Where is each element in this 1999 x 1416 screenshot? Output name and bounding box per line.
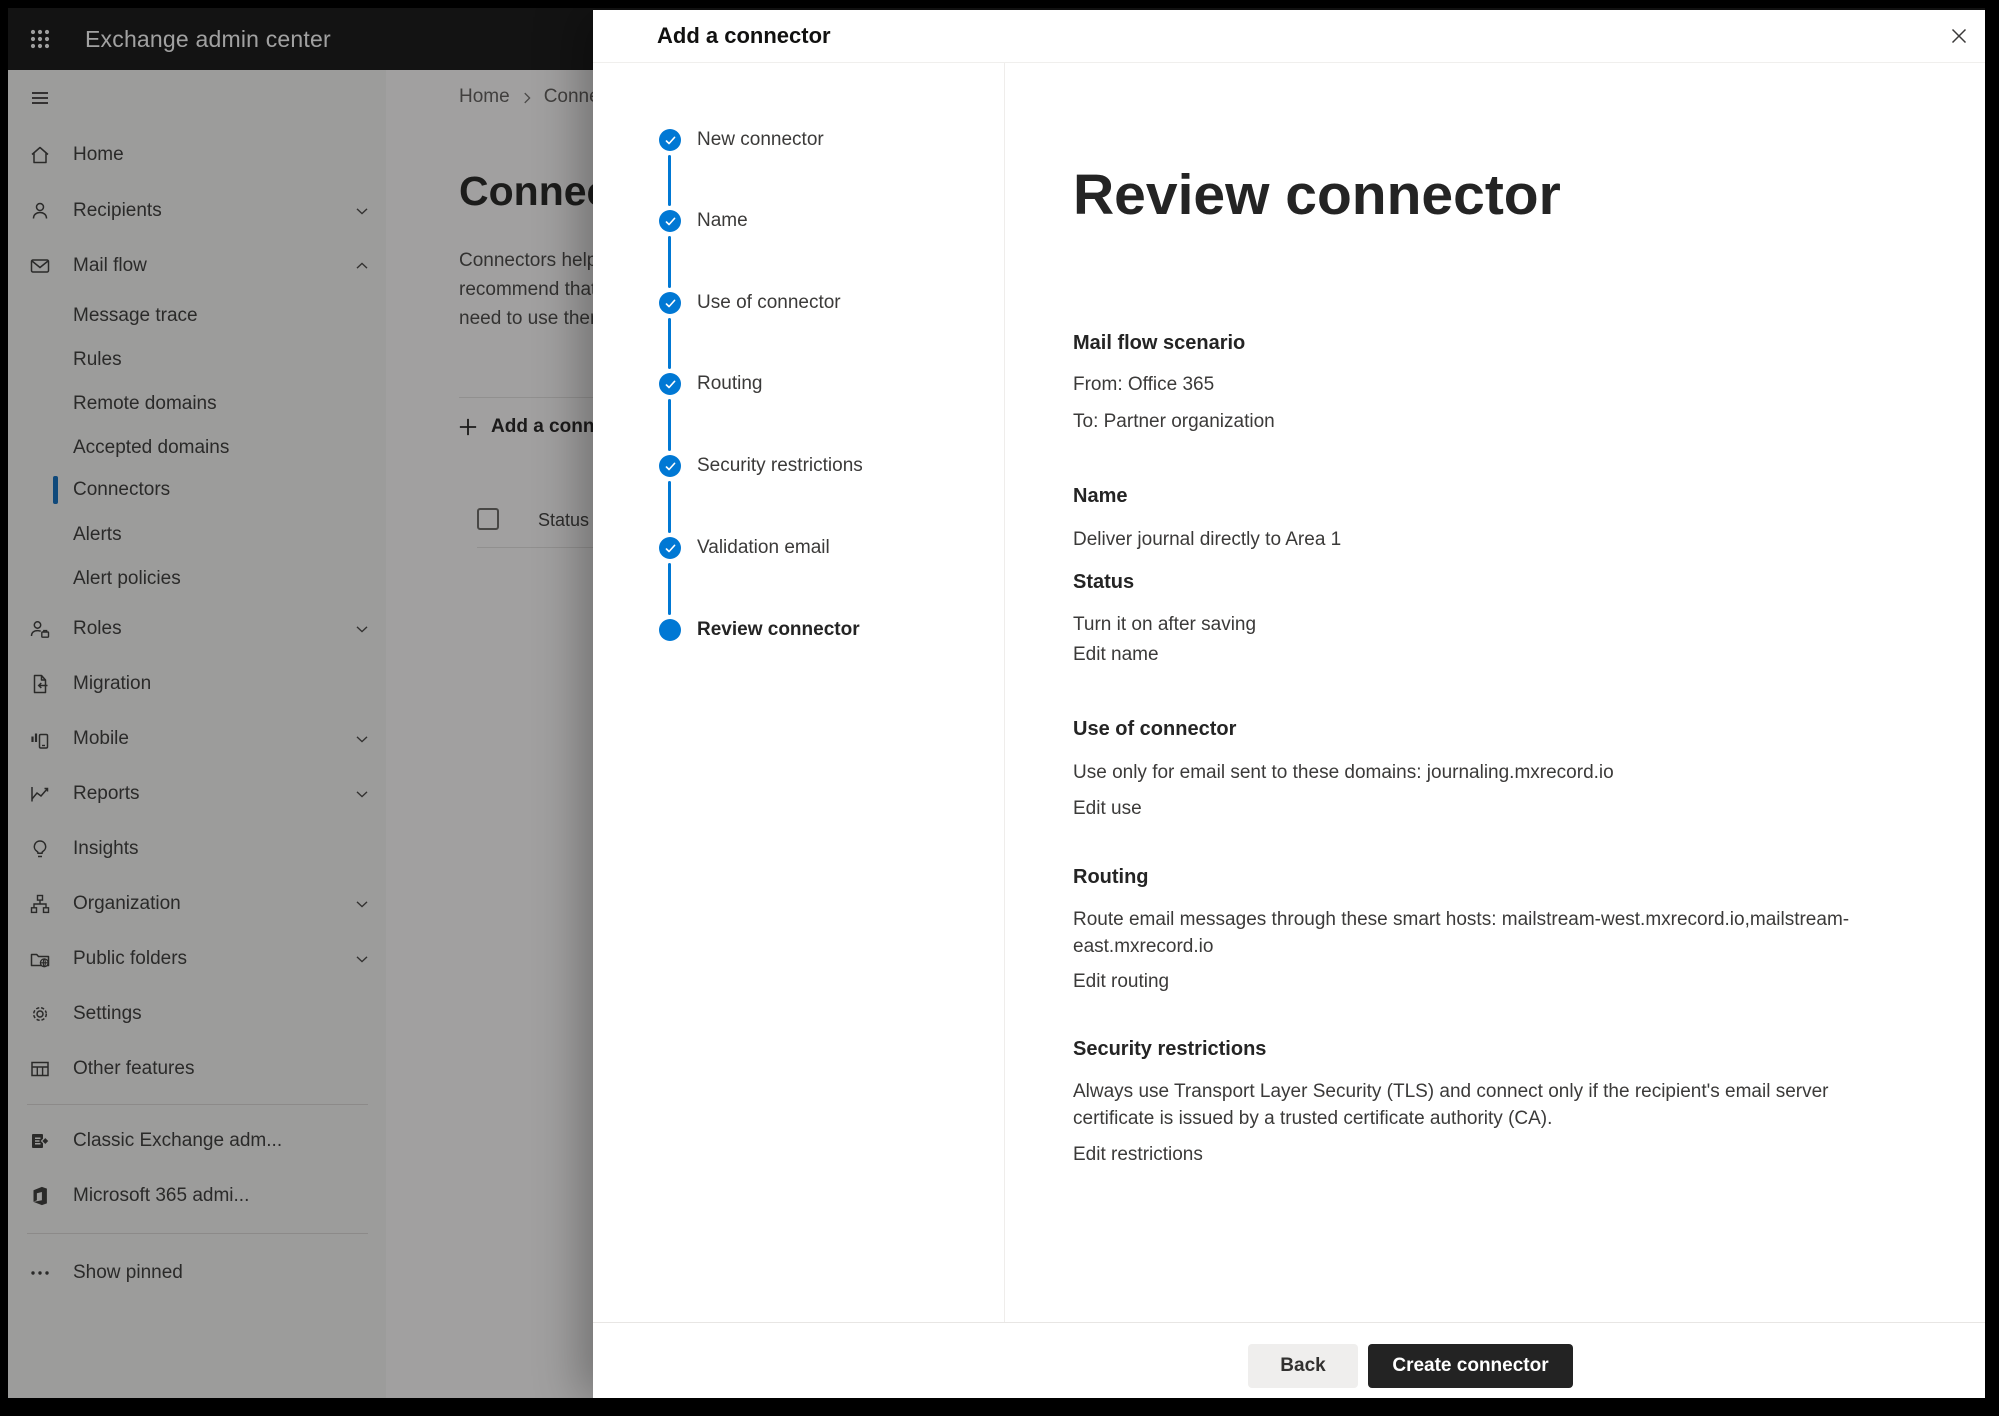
header-divider (593, 62, 1985, 63)
dialog-footer: Back Create connector (593, 1322, 1985, 1398)
review-text-connector-name: Deliver journal directly to Area 1 (1073, 526, 1868, 553)
step-new-connector[interactable]: New connector (593, 125, 993, 155)
review-text-status: Turn it on after saving (1073, 611, 1868, 638)
review-text-to: To: Partner organization (1073, 408, 1868, 435)
stepper-line (668, 155, 671, 206)
section-heading-status: Status (1073, 569, 1868, 596)
dialog-title: Add a connector (657, 10, 831, 62)
step-complete-check-icon (659, 292, 681, 314)
review-text-from: From: Office 365 (1073, 371, 1868, 398)
edit-use-wrap: Edit use (1073, 795, 1868, 822)
step-routing[interactable]: Routing (593, 369, 993, 399)
step-name[interactable]: Name (593, 206, 993, 236)
review-text-use: Use only for email sent to these domains… (1073, 759, 1868, 786)
create-connector-button[interactable]: Create connector (1368, 1344, 1573, 1388)
review-text-security: Always use Transport Layer Security (TLS… (1073, 1078, 1868, 1132)
edit-use-link[interactable]: Edit use (1073, 795, 1142, 822)
stepper-line (668, 481, 671, 533)
add-connector-dialog: Add a connector New connector Name Use o… (593, 10, 1985, 1398)
stepper-line (668, 236, 671, 288)
step-complete-check-icon (659, 129, 681, 151)
section-heading-name: Name (1073, 483, 1868, 510)
dialog-header: Add a connector (593, 10, 1985, 62)
step-complete-check-icon (659, 455, 681, 477)
edit-name-link[interactable]: Edit name (1073, 641, 1159, 668)
app-window: Exchange admin center Home Recipients Ma… (8, 8, 1985, 1398)
edit-name-wrap: Edit name (1073, 641, 1868, 668)
edit-routing-link[interactable]: Edit routing (1073, 968, 1169, 995)
step-review-connector[interactable]: Review connector (593, 615, 993, 645)
stepper-line (668, 399, 671, 451)
step-validation-email[interactable]: Validation email (593, 533, 993, 563)
screenshot-canvas: Exchange admin center Home Recipients Ma… (0, 0, 1999, 1416)
edit-routing-wrap: Edit routing (1073, 968, 1868, 995)
back-button[interactable]: Back (1248, 1344, 1358, 1388)
stepper-line (668, 563, 671, 615)
step-security-restrictions[interactable]: Security restrictions (593, 451, 993, 481)
review-title: Review connector (1073, 160, 1933, 230)
stepper-divider (1004, 63, 1005, 1322)
step-complete-check-icon (659, 373, 681, 395)
section-heading-security: Security restrictions (1073, 1036, 1868, 1063)
section-heading-use-of-connector: Use of connector (1073, 716, 1868, 743)
step-complete-check-icon (659, 537, 681, 559)
stepper-line (668, 318, 671, 369)
edit-restrictions-link[interactable]: Edit restrictions (1073, 1141, 1203, 1168)
review-text-routing: Route email messages through these smart… (1073, 906, 1868, 960)
step-current-dot (659, 619, 681, 641)
edit-restrictions-wrap: Edit restrictions (1073, 1141, 1868, 1168)
step-use-of-connector[interactable]: Use of connector (593, 288, 993, 318)
step-complete-check-icon (659, 210, 681, 232)
section-heading-routing: Routing (1073, 864, 1868, 891)
close-icon[interactable] (1943, 20, 1975, 52)
section-heading-mail-flow-scenario: Mail flow scenario (1073, 330, 1868, 357)
